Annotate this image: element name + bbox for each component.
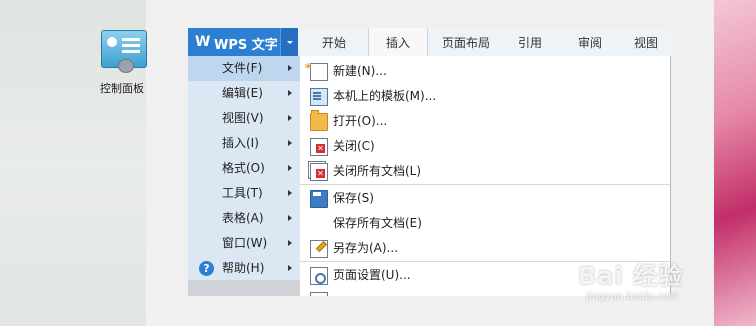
submenu-item-close-all[interactable]: 关闭所有文档(L) <box>300 159 670 183</box>
menu-item-insert[interactable]: 插入(I) <box>188 131 300 156</box>
submenu-item-save-all[interactable]: 保存所有文档(E) <box>300 211 670 235</box>
tab-review[interactable]: 审阅 <box>566 28 614 56</box>
menu-item-label: 表格(A) <box>222 211 264 225</box>
submenu-item-label: 页面设置(U)... <box>333 268 411 282</box>
ribbon-tab-bar: 开始 插入 页面布局 引用 审阅 视图 <box>298 28 670 57</box>
template-icon <box>310 88 328 106</box>
menu-separator <box>300 184 670 185</box>
chevron-right-icon <box>288 140 292 146</box>
close-all-icon <box>310 163 328 181</box>
submenu-item-label: 保存所有文档(E) <box>333 216 422 230</box>
baidu-watermark: Bai 经验 jingyan.baidu.com <box>578 256 683 302</box>
app-title: WPS 文字 <box>214 38 278 53</box>
open-folder-icon <box>310 110 328 131</box>
submenu-item-label: 关闭所有文档(L) <box>333 164 422 178</box>
menu-item-view[interactable]: 视图(V) <box>188 106 300 131</box>
menu-item-label: 窗口(W) <box>222 236 268 250</box>
desktop-wallpaper <box>714 0 756 326</box>
chevron-right-icon <box>288 190 292 196</box>
submenu-item-local-templates[interactable]: 本机上的模板(M)... <box>300 84 670 108</box>
chevron-right-icon <box>288 240 292 246</box>
document-icon <box>310 292 328 296</box>
submenu-item-label: 本机上的模板(M)... <box>333 89 437 103</box>
menu-item-window[interactable]: 窗口(W) <box>188 231 300 256</box>
save-as-icon <box>310 240 328 258</box>
chevron-right-icon <box>288 115 292 121</box>
menu-item-label: 格式(O) <box>222 161 265 175</box>
tab-page-layout[interactable]: 页面布局 <box>436 28 496 56</box>
save-icon <box>310 190 328 208</box>
desktop-icon-label: 控制面板 <box>100 82 144 95</box>
wps-logo-icon: W <box>195 34 211 50</box>
main-menu: 文件(F) 编辑(E) 视图(V) 插入(I) 格式(O) 工具(T) 表格(A… <box>188 56 301 296</box>
submenu-item-label: 关闭(C) <box>333 139 375 153</box>
menu-footer <box>188 280 300 296</box>
submenu-item-new[interactable]: 新建(N)... <box>300 56 670 83</box>
submenu-item-open[interactable]: 打开(O)... <box>300 109 670 133</box>
chevron-right-icon <box>288 265 292 271</box>
menu-item-format[interactable]: 格式(O) <box>188 156 300 181</box>
submenu-item-save[interactable]: 保存(S) <box>300 186 670 210</box>
chevron-down-icon[interactable] <box>280 28 299 56</box>
new-document-icon <box>305 56 328 81</box>
chevron-right-icon <box>288 90 292 96</box>
control-panel-icon <box>101 30 147 73</box>
chevron-right-icon <box>288 165 292 171</box>
menu-item-label: 帮助(H) <box>222 261 265 275</box>
submenu-item-label: 另存为(A)... <box>333 241 399 255</box>
submenu-item-close[interactable]: 关闭(C) <box>300 134 670 158</box>
page-setup-icon <box>310 267 328 285</box>
menu-item-label: 视图(V) <box>222 111 264 125</box>
menu-item-tools[interactable]: 工具(T) <box>188 181 300 206</box>
menu-item-label: 插入(I) <box>222 136 259 150</box>
help-icon: ? <box>199 261 214 276</box>
tab-view[interactable]: 视图 <box>626 28 666 56</box>
submenu-item-label: 保存(S) <box>333 191 374 205</box>
close-document-icon <box>310 138 328 156</box>
menu-item-help[interactable]: ? 帮助(H) <box>188 256 300 281</box>
menu-item-edit[interactable]: 编辑(E) <box>188 81 300 106</box>
menu-item-label: 文件(F) <box>222 61 263 75</box>
tab-home[interactable]: 开始 <box>310 28 358 56</box>
submenu-item-label: 打开(O)... <box>333 114 388 128</box>
tab-insert[interactable]: 插入 <box>368 28 428 57</box>
chevron-right-icon <box>288 215 292 221</box>
desktop-icon-control-panel[interactable]: 控制面板 <box>96 30 152 96</box>
watermark-url: jingyan.baidu.com <box>586 291 679 302</box>
menu-item-label: 编辑(E) <box>222 86 263 100</box>
watermark-brand: Bai 经验 <box>578 262 684 290</box>
menu-item-file[interactable]: 文件(F) <box>188 56 300 81</box>
menu-item-table[interactable]: 表格(A) <box>188 206 300 231</box>
menu-item-label: 工具(T) <box>222 186 263 200</box>
tab-references[interactable]: 引用 <box>508 28 552 56</box>
chevron-right-icon <box>288 65 292 71</box>
submenu-item-label: 新建(N)... <box>333 64 387 78</box>
wps-app-menu-button[interactable]: W WPS 文字 <box>188 28 299 56</box>
